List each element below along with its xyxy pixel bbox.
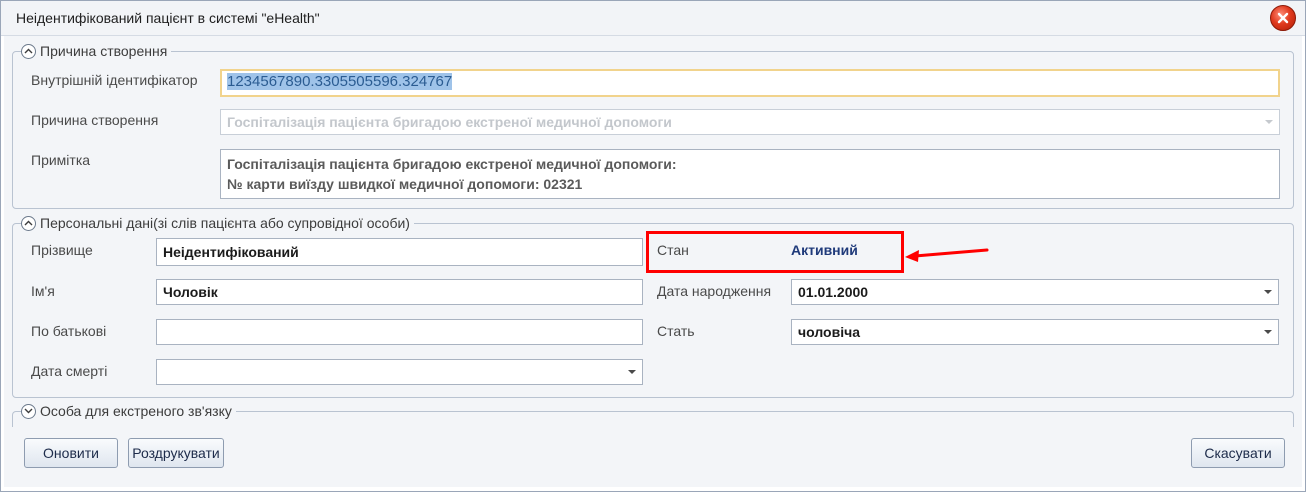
patronymic-field[interactable] [156,319,643,345]
personal-data-title: Персональні дані(зі слів пацієнта або су… [40,215,410,231]
gender-label: Стать [657,323,695,339]
note-label: Примітка [31,152,91,168]
first-name-value: Чоловік [163,284,218,300]
note-field[interactable]: Госпіталізація пацієнта бригадою екстрен… [220,149,1280,199]
reason-value: Госпіталізація пацієнта бригадою екстрен… [227,114,672,130]
print-button-label: Роздрукувати [132,445,220,461]
internal-id-field[interactable]: 1234567890.3305505596.324767 [220,69,1280,97]
chevron-up-icon[interactable] [21,43,36,59]
cancel-button[interactable]: Скасувати [1191,438,1285,468]
first-name-field[interactable]: Чоловік [156,279,643,305]
close-button[interactable] [1270,5,1296,31]
birth-date-label: Дата народження [657,283,772,299]
chevron-up-icon[interactable] [21,215,36,231]
creation-reason-header[interactable]: Причина створення [21,42,172,60]
gender-dropdown[interactable]: чоловіча [791,319,1279,345]
refresh-button-label: Оновити [43,445,99,461]
chevron-down-icon [628,370,636,374]
birth-date-dropdown[interactable]: 01.01.2000 [791,279,1279,305]
print-button[interactable]: Роздрукувати [128,438,224,468]
surname-label: Прізвище [31,242,93,258]
chevron-down-icon [1264,330,1272,334]
death-date-dropdown[interactable] [156,359,643,385]
patronymic-label: По батькові [31,323,107,339]
reason-dropdown[interactable]: Госпіталізація пацієнта бригадою екстрен… [220,109,1280,135]
note-line-1: Госпіталізація пацієнта бригадою екстрен… [227,156,677,172]
emergency-contact-group: Особа для екстреного зв'язку [12,402,1294,427]
reason-label: Причина створення [31,112,159,128]
emergency-contact-header[interactable]: Особа для екстреного зв'язку [21,402,236,420]
dialog-window: Неідентифікований пацієнт в системі "eHe… [0,0,1306,492]
refresh-button[interactable]: Оновити [24,438,118,468]
chevron-down-icon[interactable] [21,403,36,419]
cancel-button-label: Скасувати [1204,445,1272,461]
chevron-down-icon [1265,120,1273,124]
first-name-label: Ім'я [31,283,55,299]
window-title: Неідентифікований пацієнт в системі "eHe… [16,10,320,26]
emergency-contact-title: Особа для екстреного зв'язку [40,403,232,419]
close-icon [1277,12,1289,24]
surname-field[interactable]: Неідентифікований [156,238,643,266]
title-bar: Неідентифікований пацієнт в системі "eHe… [1,1,1305,36]
internal-id-label: Внутрішній ідентифікатор [31,72,198,88]
creation-reason-group: Причина створення Внутрішній ідентифікат… [12,42,1294,209]
death-date-label: Дата смерті [31,363,108,379]
internal-id-value: 1234567890.3305505596.324767 [227,73,453,90]
birth-date-value: 01.01.2000 [798,284,869,300]
creation-reason-title: Причина створення [40,43,168,59]
surname-value: Неідентифікований [163,244,299,260]
gender-value: чоловіча [798,324,861,340]
annotation-arrow-icon [905,248,989,262]
note-line-2: № карти виїзду швидкої медичної допомоги… [227,176,583,192]
status-highlight-box [646,231,904,273]
personal-data-header[interactable]: Персональні дані(зі слів пацієнта або су… [21,214,414,232]
chevron-down-icon [1264,290,1272,294]
